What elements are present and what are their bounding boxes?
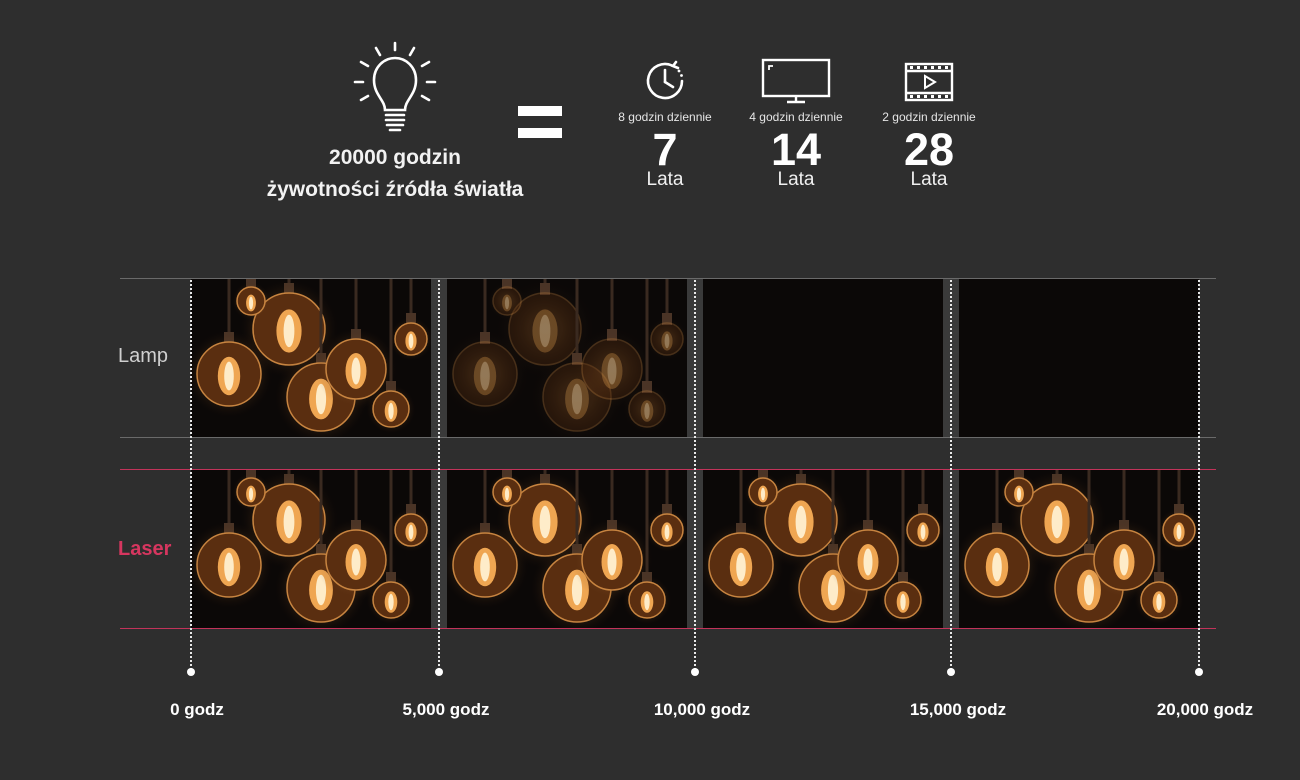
timeline-dot: [691, 668, 699, 676]
tick-label: 15,000 godz: [909, 700, 1007, 719]
years-unit: Lata: [910, 169, 948, 190]
equals-sign: [518, 106, 562, 140]
lifetime-hours: 20000 godzin: [329, 146, 461, 169]
tick-label: 0 godz: [170, 700, 224, 719]
laser-photo-frame: [191, 470, 431, 628]
years-unit: Lata: [646, 169, 684, 190]
lamp-row-label: Lamp: [118, 345, 169, 367]
equivalent-8h: 8 godzin dziennie 7 Lata: [605, 58, 725, 190]
tick-label: 10,000 godz: [653, 700, 751, 719]
timeline-dot: [947, 668, 955, 676]
lamp-row-bottom-border: [120, 437, 1216, 438]
years-unit: Lata: [777, 169, 815, 190]
timeline-marker-5000: [438, 280, 440, 670]
timeline-dot: [1195, 668, 1203, 676]
timeline-marker-20000: [1198, 280, 1200, 670]
equivalent-4h: 4 godzin dziennie 14 Lata: [736, 58, 856, 190]
years-value: 14: [770, 124, 822, 175]
lamp-photo-frame: [447, 279, 687, 437]
years-value: 7: [652, 124, 678, 175]
timeline-dot: [187, 668, 195, 676]
lamp-photo-frame: [959, 279, 1199, 437]
timeline-dot: [435, 668, 443, 676]
monitor-icon: [761, 58, 831, 104]
tick-label: 20,000 godz: [1156, 700, 1254, 719]
laser-photo-frame: [447, 470, 687, 628]
usage-label: 4 godzin dziennie: [749, 110, 843, 124]
usage-label: 8 godzin dziennie: [618, 110, 712, 124]
tick-label: 5,000 godz: [402, 700, 490, 719]
timeline-marker-0: [190, 280, 192, 670]
laser-row-bottom-border: [120, 628, 1216, 629]
timeline-marker-15000: [950, 280, 952, 670]
timeline-marker-10000: [694, 280, 696, 670]
years-value: 28: [903, 124, 955, 175]
clock-icon: [646, 60, 684, 100]
film-icon: [904, 62, 954, 102]
laser-row-label: Laser: [118, 538, 172, 560]
light-bulb-icon: [353, 41, 437, 132]
lifetime-description: żywotności źródła światła: [266, 178, 524, 201]
lamp-photo-frame: [703, 279, 943, 437]
usage-label: 2 godzin dziennie: [882, 110, 976, 124]
laser-photo-frame: [703, 470, 943, 628]
laser-photo-frame: [959, 470, 1199, 628]
lamp-photo-frame: [191, 279, 431, 437]
equivalent-2h: 2 godzin dziennie 28 Lata: [869, 58, 989, 190]
